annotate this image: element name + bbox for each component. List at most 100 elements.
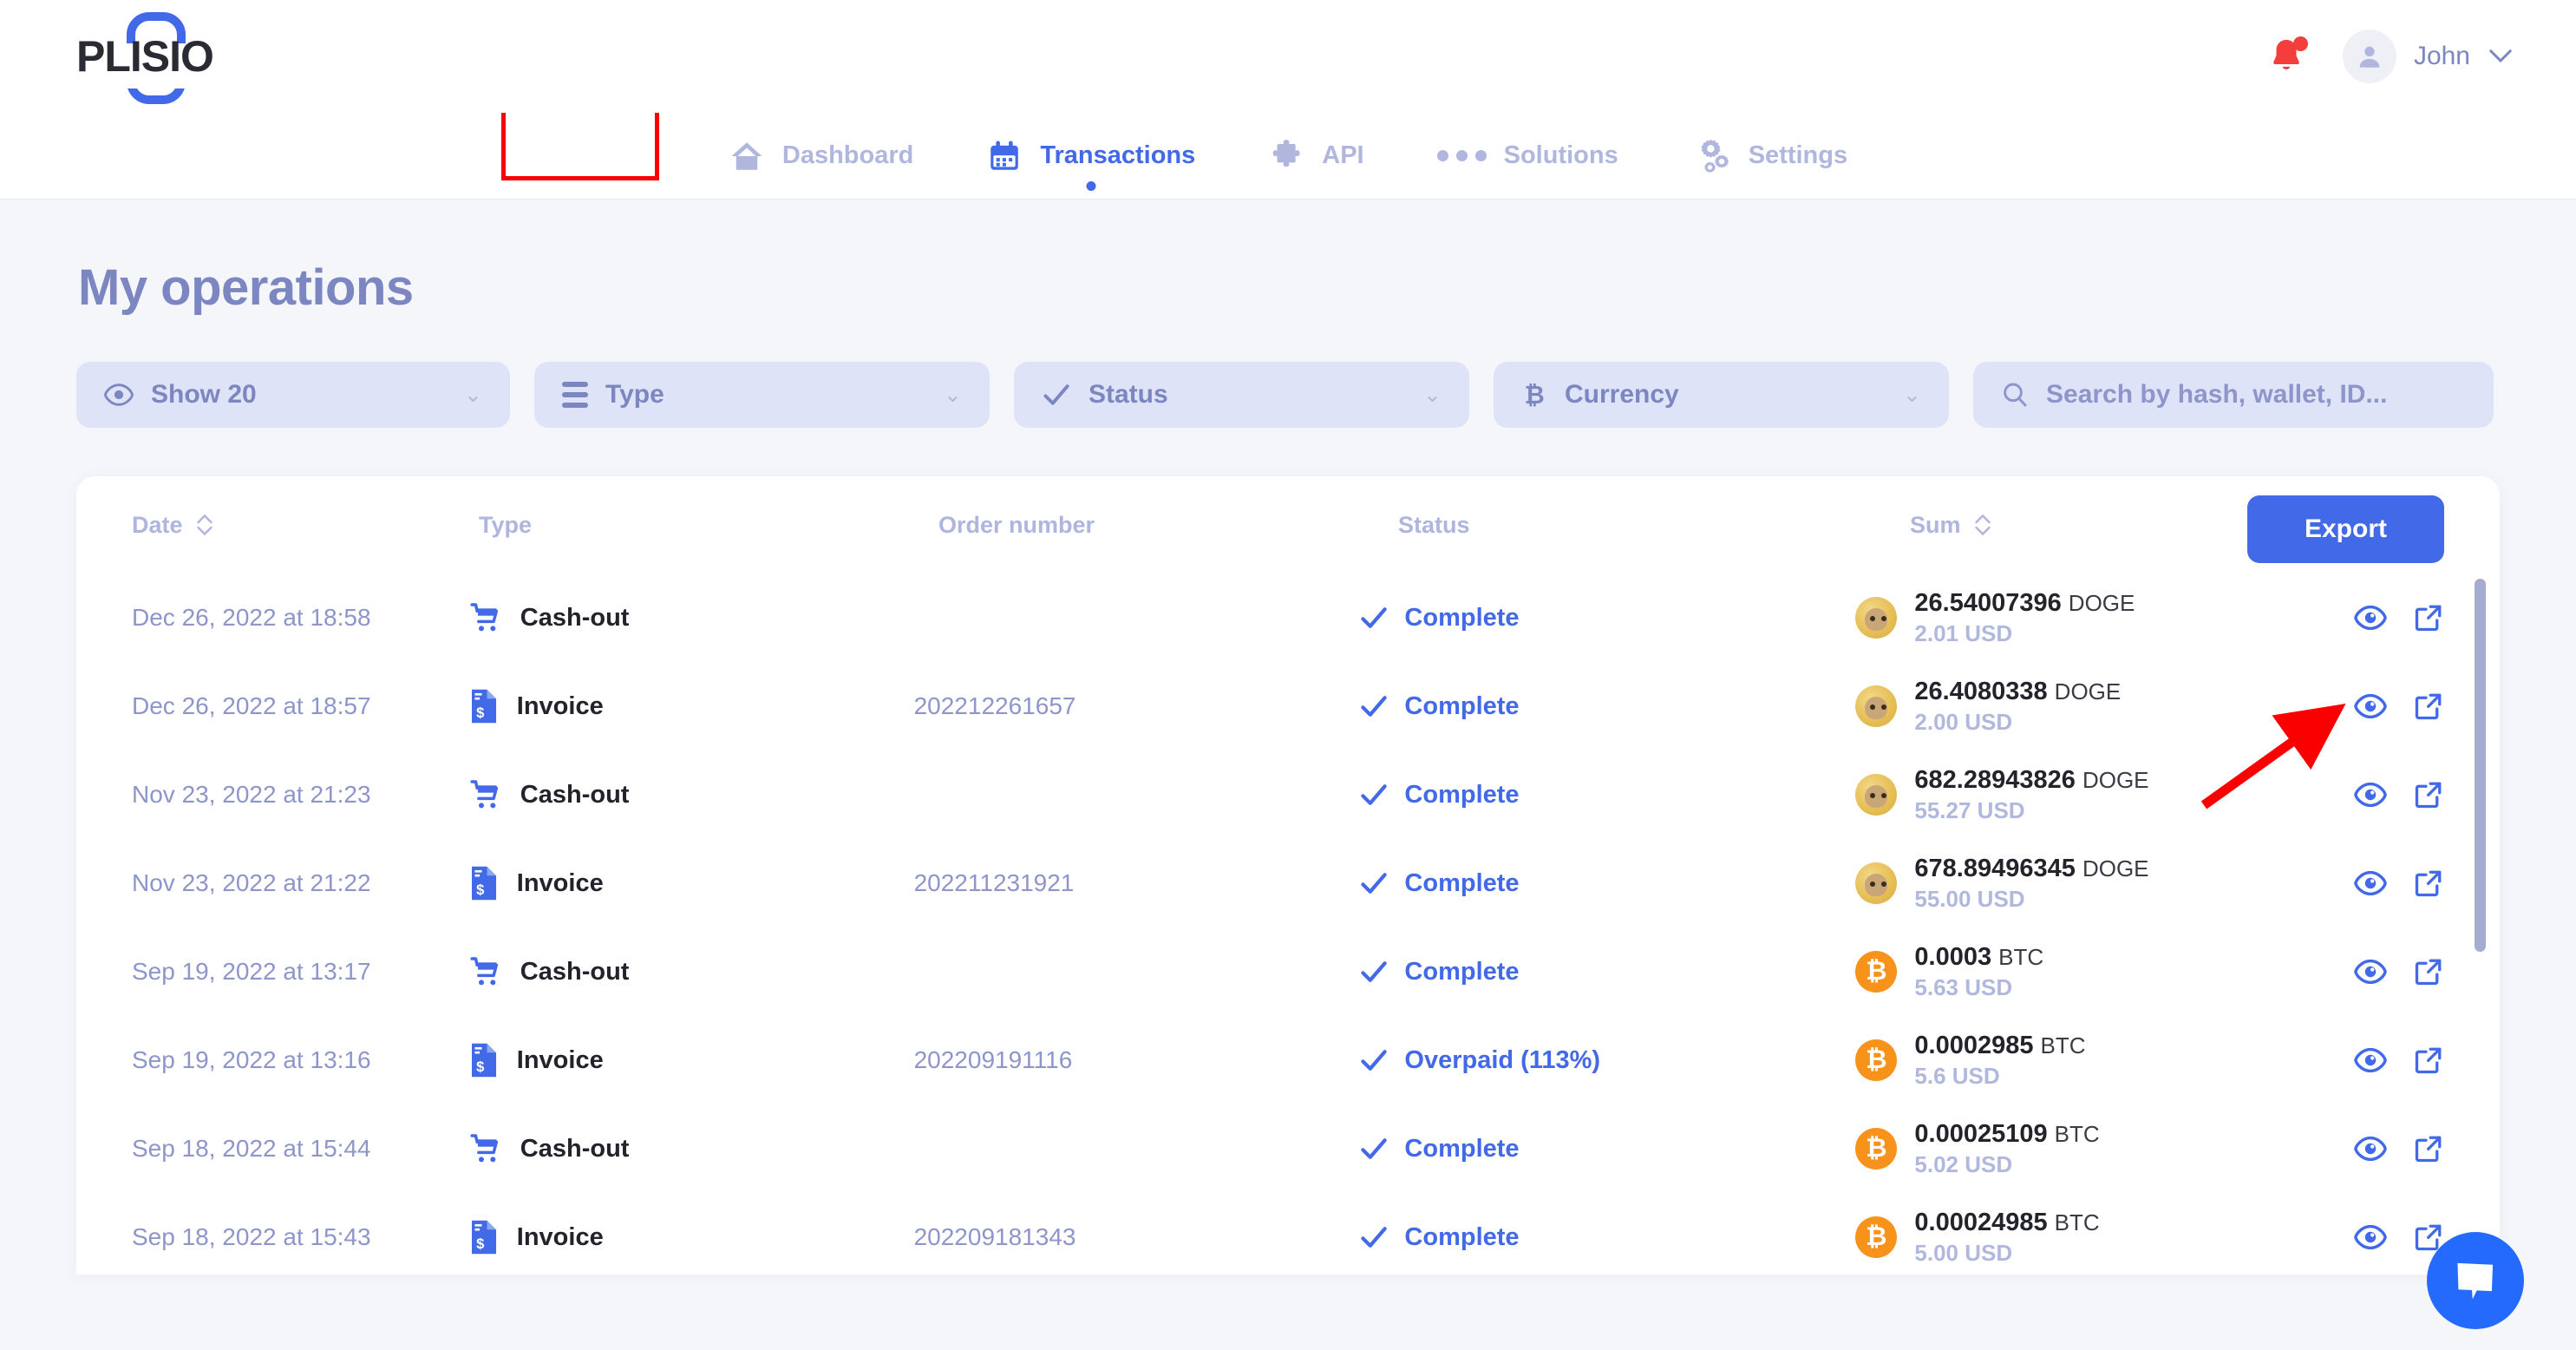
- external-link-icon[interactable]: [2413, 602, 2444, 633]
- sum-usd-value: 5.6 USD: [1914, 1062, 2000, 1089]
- sum-usd-value: 55.27 USD: [1914, 796, 2025, 823]
- cart-icon: [470, 1134, 498, 1163]
- logo-text: PLISIO: [76, 32, 214, 81]
- doge-coin-icon: [1855, 774, 1898, 816]
- filter-type[interactable]: Type ⌄: [534, 362, 990, 428]
- nav-item-api[interactable]: API: [1232, 113, 1400, 200]
- btc-coin-icon: ₿: [1855, 1039, 1898, 1081]
- cell-date: Nov 23, 2022 at 21:23: [132, 781, 371, 808]
- type-label: Invoice: [516, 868, 604, 897]
- sum-usd-value: 55.00 USD: [1914, 885, 2025, 912]
- view-details-icon[interactable]: [2354, 960, 2387, 984]
- check-icon: [1361, 696, 1388, 717]
- sum-amount: 26.54007396 DOGE: [1914, 588, 2135, 617]
- cell-sum: ₿ 0.00025109 BTC 5.02 USD: [1855, 1120, 2276, 1178]
- cell-date: Dec 26, 2022 at 18:57: [132, 692, 371, 719]
- table-row[interactable]: Nov 23, 2022 at 21:23 Cash-out Complete 682…: [132, 750, 2444, 839]
- cell-sum: ₿ 0.00024985 BTC 5.00 USD: [1855, 1209, 2276, 1267]
- nav-item-dashboard[interactable]: Dashboard: [692, 113, 950, 200]
- filter-bar: Show 20 ⌄ Type ⌄ Status ⌄ ₿ Currency ⌄ S…: [76, 362, 2500, 428]
- invoice-icon: $: [471, 1220, 496, 1255]
- external-link-icon[interactable]: [2413, 779, 2444, 810]
- external-link-icon[interactable]: [2413, 691, 2444, 722]
- view-details-icon[interactable]: [2354, 694, 2387, 718]
- check-icon: [1361, 1050, 1388, 1071]
- sort-icon[interactable]: [1973, 512, 1992, 538]
- table-scrollbar-thumb[interactable]: [2475, 579, 2486, 952]
- plisio-logo[interactable]: PLISIO: [76, 12, 214, 104]
- sum-ticker: DOGE: [2068, 589, 2135, 616]
- check-icon: [1361, 607, 1388, 628]
- operations-table-card: Date Type Order number Status Sum Export…: [76, 476, 2500, 1275]
- filter-show-count[interactable]: Show 20 ⌄: [76, 362, 510, 428]
- sum-amount: 0.00025109 BTC: [1914, 1119, 2100, 1148]
- search-input[interactable]: Search by hash, wallet, ID...: [1973, 362, 2494, 428]
- view-details-icon[interactable]: [2354, 783, 2387, 807]
- notification-badge-dot: [2292, 36, 2308, 51]
- cell-actions: [2276, 1222, 2444, 1253]
- chevron-down-icon: ⌄: [944, 383, 962, 407]
- dots-icon: [1436, 150, 1487, 161]
- cell-sum: 678.89496345 DOGE 55.00 USD: [1855, 855, 2276, 913]
- table-row[interactable]: Sep 19, 2022 at 13:16 $ Invoice 20220919111…: [132, 1016, 2444, 1104]
- view-details-icon[interactable]: [2354, 606, 2387, 630]
- external-link-icon[interactable]: [2413, 1133, 2444, 1164]
- table-row[interactable]: Sep 18, 2022 at 15:44 Cash-out Complete ₿ 0.…: [132, 1104, 2444, 1193]
- view-details-icon[interactable]: [2354, 871, 2387, 895]
- type-label: Invoice: [516, 1045, 604, 1074]
- btc-coin-icon: ₿: [1855, 1128, 1898, 1170]
- external-link-icon[interactable]: [2413, 1045, 2444, 1076]
- column-header-date[interactable]: Date: [132, 512, 479, 539]
- sum-ticker: DOGE: [2082, 855, 2149, 881]
- filter-status-label: Status: [1089, 380, 1168, 409]
- cell-type: $ Invoice: [468, 688, 914, 724]
- sum-amount: 678.89496345 DOGE: [1914, 854, 2149, 882]
- column-header-date-label: Date: [132, 511, 183, 538]
- cart-icon: [470, 603, 498, 632]
- column-header-type-label: Type: [479, 511, 533, 538]
- doge-coin-icon: [1855, 685, 1898, 727]
- status-badge: Complete: [1404, 691, 1520, 720]
- cell-status: Complete: [1359, 692, 1855, 721]
- nav-label-transactions: Transactions: [1040, 141, 1196, 169]
- check-icon: [1043, 384, 1069, 405]
- table-row[interactable]: Dec 26, 2022 at 18:58 Cash-out Complete 26.…: [132, 573, 2444, 662]
- table-row[interactable]: Dec 26, 2022 at 18:57 $ Invoice 20221226165…: [132, 662, 2444, 750]
- svg-text:₿: ₿: [1525, 382, 1545, 410]
- external-link-icon[interactable]: [2413, 868, 2444, 899]
- notifications-button[interactable]: [2266, 35, 2308, 78]
- filter-currency[interactable]: ₿ Currency ⌄: [1494, 362, 1949, 428]
- table-row[interactable]: Nov 23, 2022 at 21:22 $ Invoice 20221123192…: [132, 839, 2444, 927]
- cell-sum: 26.54007396 DOGE 2.01 USD: [1855, 589, 2276, 647]
- filter-status[interactable]: Status ⌄: [1014, 362, 1469, 428]
- external-link-icon[interactable]: [2413, 956, 2444, 987]
- user-menu[interactable]: John: [2342, 29, 2514, 83]
- main-nav: Dashboard Transactions API Solutions Set…: [0, 76, 2576, 200]
- cell-actions: [2276, 868, 2444, 899]
- view-details-icon[interactable]: [2354, 1225, 2387, 1249]
- column-header-status-label: Status: [1398, 511, 1470, 538]
- sort-icon[interactable]: [195, 512, 214, 538]
- table-header-row: Date Type Order number Status Sum Export: [132, 476, 2444, 573]
- eye-icon: [104, 383, 134, 406]
- nav-item-solutions[interactable]: Solutions: [1401, 113, 1655, 200]
- page-title: My operations: [78, 259, 414, 316]
- nav-item-settings[interactable]: Settings: [1655, 113, 1884, 200]
- home-icon: [731, 141, 762, 170]
- chat-widget-button[interactable]: [2427, 1232, 2524, 1329]
- sum-amount: 26.4080338 DOGE: [1914, 677, 2122, 705]
- filter-currency-label: Currency: [1565, 380, 1679, 409]
- cell-order-number: 202211231921: [913, 869, 1075, 896]
- table-scrollbar[interactable]: [2475, 579, 2486, 1264]
- view-details-icon[interactable]: [2354, 1137, 2387, 1161]
- table-row[interactable]: Sep 18, 2022 at 15:43 $ Invoice 20220918134…: [132, 1193, 2444, 1275]
- user-name-label: John: [2413, 42, 2470, 70]
- cell-date: Sep 19, 2022 at 13:17: [132, 958, 371, 985]
- table-row[interactable]: Sep 19, 2022 at 13:17 Cash-out Complete ₿ 0.…: [132, 927, 2444, 1016]
- btc-coin-icon: ₿: [1855, 1216, 1898, 1258]
- sum-ticker: DOGE: [2054, 678, 2122, 704]
- nav-item-transactions[interactable]: Transactions: [950, 113, 1232, 200]
- nav-active-dot: [1086, 180, 1096, 191]
- view-details-icon[interactable]: [2354, 1048, 2387, 1072]
- export-button[interactable]: Export: [2246, 495, 2444, 563]
